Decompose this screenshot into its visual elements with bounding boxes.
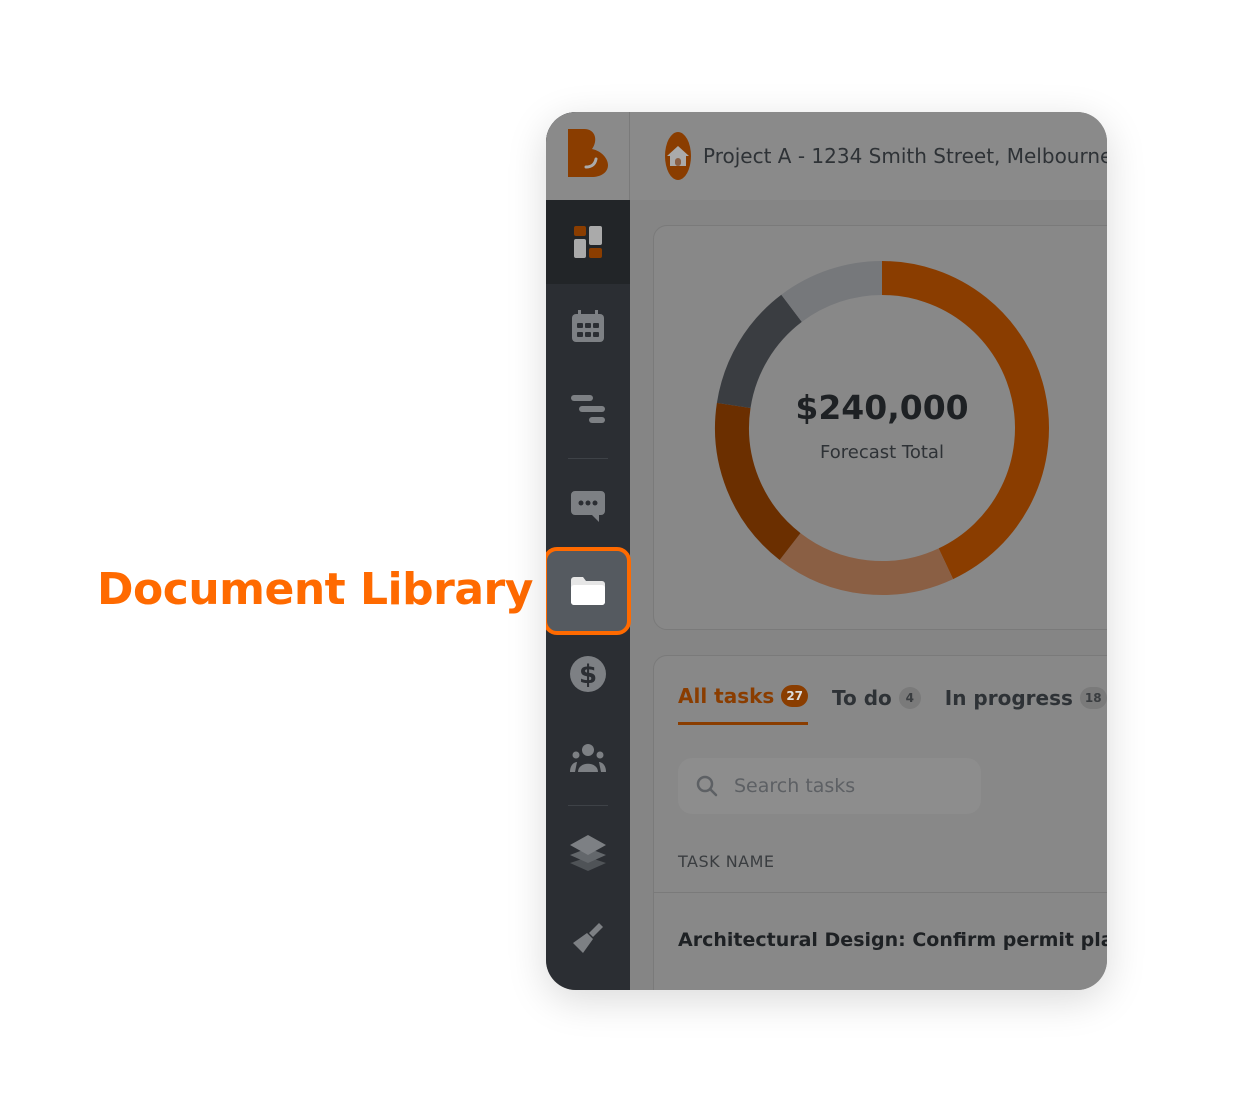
tasks-card: All tasks 27 To do 4 In progress 18 Search … [653, 655, 1107, 990]
forecast-donut-chart [715, 261, 1049, 595]
sidebar-item-calendar[interactable] [546, 284, 630, 368]
search-placeholder: Search tasks [734, 775, 856, 797]
search-icon [696, 775, 718, 797]
forecast-card: $240,000 Forecast Total [653, 225, 1107, 630]
sidebar-item-documents[interactable] [546, 549, 630, 633]
home-icon[interactable] [665, 132, 691, 180]
logo[interactable] [546, 112, 630, 200]
donut-segment-2 [779, 532, 954, 595]
sidebar-item-dashboard[interactable] [546, 200, 630, 284]
team-icon [570, 744, 606, 772]
tab-to-do[interactable]: To do 4 [832, 684, 921, 725]
sidebar-item-team[interactable] [546, 716, 630, 800]
project-title: Project A - 1234 Smith Street, Melbourne [703, 144, 1107, 168]
header: Project A - 1234 Smith Street, Melbourne [630, 112, 1107, 200]
task-tabs: All tasks 27 To do 4 In progress 18 [678, 684, 1107, 725]
count-badge: 4 [898, 686, 921, 709]
tab-label: To do [832, 685, 892, 710]
gantt-icon [571, 395, 605, 423]
sidebar-item-messages[interactable] [546, 464, 630, 548]
document-library-callout: Document Library [97, 564, 533, 615]
sidebar-item-schedule[interactable] [546, 368, 630, 452]
layers-icon [570, 835, 606, 871]
forecast-amount: $240,000 [795, 388, 969, 427]
divider [568, 458, 608, 459]
count-badge: 27 [781, 685, 809, 707]
sidebar-item-finance[interactable]: $ [546, 632, 630, 716]
divider [654, 892, 1107, 893]
count-badge: 18 [1079, 686, 1107, 709]
tab-label: In progress [944, 685, 1073, 710]
forecast-label: Forecast Total [820, 442, 944, 463]
folder-icon [571, 577, 605, 605]
sidebar-item-tools[interactable] [546, 896, 630, 980]
search-input[interactable]: Search tasks [678, 758, 981, 814]
tab-label: All tasks [678, 684, 775, 708]
calendar-icon [572, 310, 604, 342]
tab-all-tasks[interactable]: All tasks 27 [678, 684, 809, 725]
donut-segment-5 [781, 261, 883, 323]
dollar-icon: $ [570, 656, 606, 692]
sidebar: $ [546, 112, 631, 990]
column-header-task-name[interactable]: TASK NAME [678, 852, 775, 871]
paintbrush-icon [573, 923, 603, 953]
table-row[interactable]: Architectural Design: Confirm permit pla… [678, 929, 1107, 951]
app-window: Project A - 1234 Smith Street, Melbourne… [546, 112, 1107, 990]
tab-in-progress[interactable]: In progress 18 [945, 684, 1107, 725]
dashboard-icon [574, 226, 602, 258]
sidebar-item-layers[interactable] [546, 811, 630, 895]
svg-text:$: $ [579, 660, 597, 690]
chat-icon [571, 491, 605, 522]
divider [568, 805, 608, 806]
